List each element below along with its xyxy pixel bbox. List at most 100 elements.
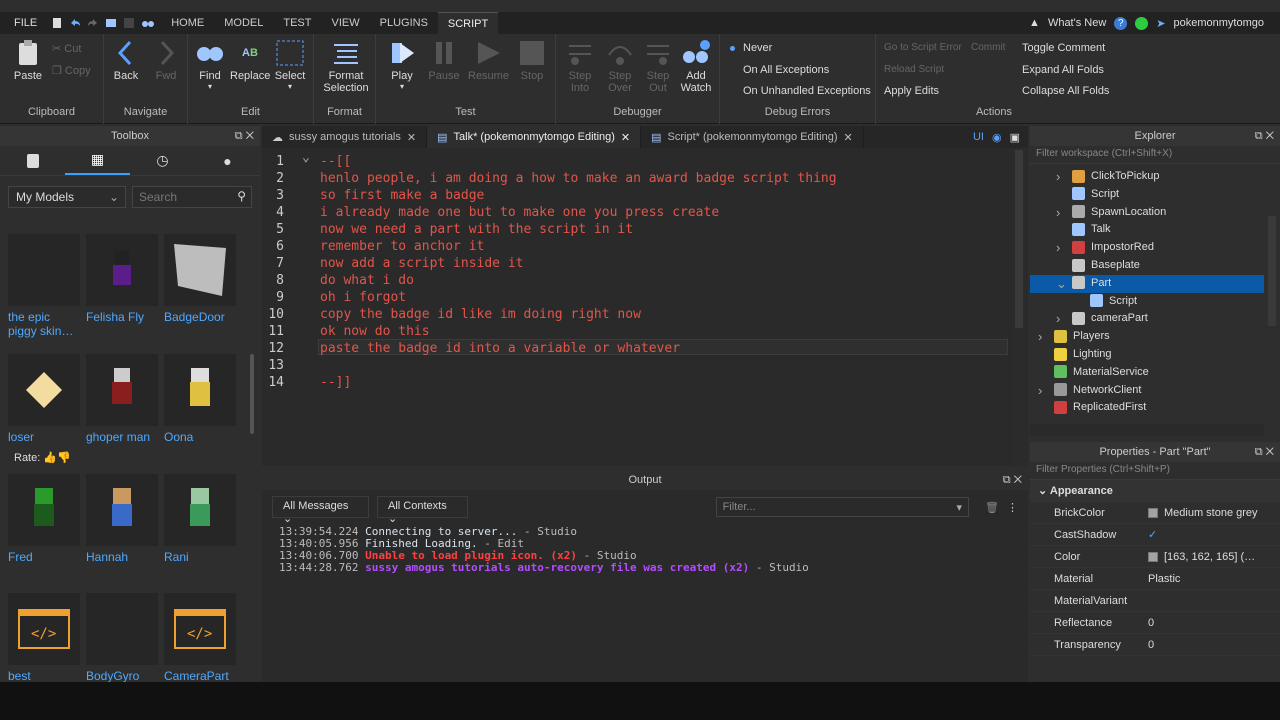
share-icon[interactable]: ➤ [1156,17,1165,30]
resume-button[interactable]: Resume [468,38,509,82]
undo-icon[interactable] [69,17,81,29]
redo-icon[interactable] [87,17,99,29]
all-contexts-dropdown[interactable]: All Contexts ⌄ [377,496,468,525]
tab-model[interactable]: MODEL [214,12,273,34]
whats-new-link[interactable]: What's New [1048,17,1106,29]
chevron-right-icon[interactable]: › [1038,328,1042,346]
select-button[interactable]: Select ▾ [270,38,310,91]
property-row[interactable]: Transparency 0 [1030,634,1280,656]
copy-button[interactable]: ❐ Copy [52,64,91,77]
panel-controls[interactable]: ⧉ ✕ [235,126,254,146]
model-item[interactable]: </> best [8,593,82,683]
tree-node-materialservice[interactable]: MaterialService [1030,364,1264,382]
cut-button[interactable]: ✂ Cut [52,42,81,55]
radio-unhandled-exceptions[interactable]: On Unhandled Exceptions [730,85,871,97]
explorer-scrollbar[interactable] [1268,216,1276,326]
chevron-right-icon[interactable]: › [1056,239,1060,257]
stop-button[interactable]: Stop [512,38,552,82]
model-item[interactable]: Felisha Fly [86,234,160,324]
close-icon[interactable]: ✕ [844,131,853,144]
tree-node-impostorred[interactable]: › ImpostorRed [1030,239,1264,257]
file-menu[interactable]: FILE [0,17,51,29]
property-value[interactable]: 0 [1148,617,1154,629]
tab-script[interactable]: ▤ Script* (pokemonmytomgo Editing) ✕ [641,126,864,148]
model-item[interactable]: Rani [164,474,238,564]
split-view-icon[interactable]: ▣ [1010,131,1020,144]
chevron-up-icon[interactable]: ▲ [1029,17,1040,29]
close-icon[interactable]: ✕ [407,131,416,144]
chevron-right-icon[interactable]: › [1038,382,1042,400]
property-row[interactable]: MaterialVariant [1030,590,1280,612]
property-value[interactable]: Plastic [1148,573,1180,585]
back-button[interactable]: Back [106,38,146,82]
model-item[interactable]: </> CameraPart [164,593,238,683]
radio-never[interactable]: Never [730,42,772,54]
model-item[interactable]: the epic piggy skin… [8,234,82,338]
properties-filter-input[interactable]: Filter Properties (Ctrl+Shift+P) [1030,462,1280,480]
play-button[interactable]: Play ▾ [382,38,422,91]
code-editor[interactable]: 1 --[[2 henlo people, i am doing a how to … [262,148,1028,466]
username[interactable]: pokemonmytomgo [1174,17,1265,29]
tab-talk-script[interactable]: ▤ Talk* (pokemonmytomgo Editing) ✕ [427,126,642,148]
step-out-button[interactable]: Step Out [638,38,678,94]
tree-node-lighting[interactable]: Lighting [1030,346,1264,364]
property-row[interactable]: Reflectance 0 [1030,612,1280,634]
new-file-icon[interactable] [51,17,63,29]
replace-button[interactable]: AB Replace [230,38,270,82]
code-line[interactable]: paste the badge id into a variable or wh… [320,341,680,356]
search-input[interactable]: Search ⚲ [132,186,252,208]
publish-icon[interactable] [105,17,117,29]
code-line[interactable]: i already made one but to make one you p… [320,205,719,220]
radio-all-exceptions[interactable]: On All Exceptions [730,64,829,76]
expand-all-folds-button[interactable]: Expand All Folds [1022,64,1104,76]
tab-view[interactable]: VIEW [321,12,369,34]
toggle-comment-button[interactable]: Toggle Comment [1022,42,1105,54]
tree-node-talk[interactable]: Talk [1030,221,1264,239]
tree-node-players[interactable]: › Players [1030,328,1264,346]
panel-controls[interactable]: ⧉ ✕ [1255,442,1274,462]
code-line[interactable]: henlo people, i am doing a how to make a… [320,171,837,186]
model-item[interactable]: Hannah [86,474,160,564]
tab-marketplace[interactable] [0,146,65,175]
apply-edits-button[interactable]: Apply Edits [884,85,939,97]
tree-node-part[interactable]: ⌄ Part [1030,274,1264,293]
tree-node-baseplate[interactable]: Baseplate [1030,257,1264,275]
code-line[interactable]: --[[ [320,154,351,169]
property-row[interactable]: Material Plastic [1030,568,1280,590]
tab-plugins[interactable]: PLUGINS [370,12,438,34]
code-line[interactable]: remember to anchor it [320,239,484,254]
output-filter-input[interactable]: Filter... ▾ [715,497,970,517]
appearance-section[interactable]: ⌄ Appearance [1030,480,1280,502]
go-to-script-error-button[interactable]: Go to Script Error [884,42,962,53]
model-item[interactable]: Fred [8,474,82,564]
code-line[interactable]: do what i do [320,273,414,288]
close-icon[interactable]: ✕ [621,131,630,144]
tab-test[interactable]: TEST [273,12,321,34]
chevron-right-icon[interactable]: › [1056,310,1060,328]
model-item[interactable]: ghoper man [86,354,160,444]
tree-node-clicktopickup[interactable]: › ClickToPickup [1030,168,1264,186]
tree-node-script[interactable]: Script [1030,293,1264,311]
panel-controls[interactable]: ⧉ ✕ [1255,126,1274,146]
code-line[interactable]: oh i forgot [320,290,406,305]
chevron-down-icon[interactable]: ⌄ [1056,275,1067,293]
code-line[interactable]: now we need a part with the script in it [320,222,633,237]
binoculars-icon[interactable] [141,17,155,29]
step-over-button[interactable]: Step Over [600,38,640,94]
find-button[interactable]: Find ▾ [190,38,230,91]
status-icon[interactable] [1135,16,1149,30]
tree-node-networkclient[interactable]: › NetworkClient [1030,382,1264,400]
code-line[interactable]: now add a script inside it [320,256,524,271]
model-item[interactable]: Oona [164,354,238,444]
property-row[interactable]: CastShadow ✓ [1030,524,1280,546]
pause-button[interactable]: Pause [424,38,464,82]
more-icon[interactable]: ⋮ [1007,501,1018,514]
code-line[interactable]: ok now do this [320,324,430,339]
tree-node-script[interactable]: Script [1030,186,1264,204]
category-dropdown[interactable]: My Models ⌄ [8,186,126,208]
property-value[interactable]: [163, 162, 165] (… [1148,551,1255,563]
panel-controls[interactable]: ⧉ ✕ [1003,470,1022,490]
model-item[interactable]: loser [8,354,82,444]
commit-button[interactable]: Commit [971,42,1005,53]
ui-toggle[interactable]: UI ◉ ▣ [973,126,1028,148]
